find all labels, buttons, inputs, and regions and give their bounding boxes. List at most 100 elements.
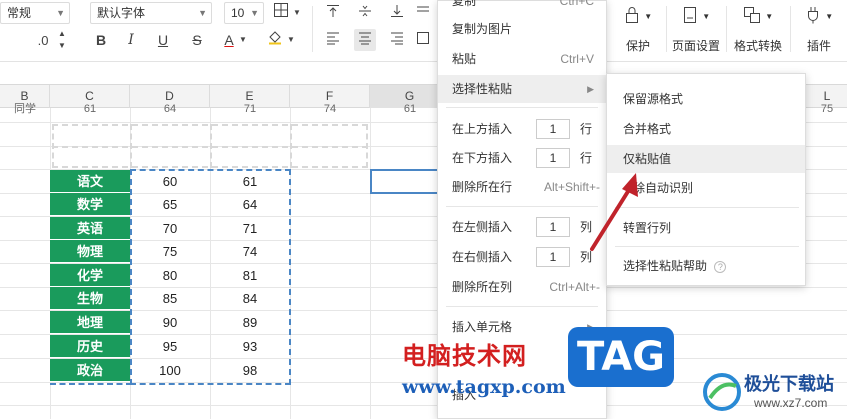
submenu-item-help[interactable]: 选择性粘贴帮助 ? [607,252,805,280]
underline-button[interactable]: U [152,29,174,51]
chevron-down-icon[interactable]: ▼ [286,29,296,51]
fill-color-icon[interactable] [264,29,286,51]
chevron-down-icon[interactable]: ▼ [292,2,302,24]
menu-item-label: 选择性粘贴 [452,82,513,96]
menu-shortcut: Ctrl+Alt+- [549,280,600,294]
align-middle-icon[interactable] [354,2,376,24]
menu-item-copy[interactable]: 复制 Ctrl+C [438,0,606,15]
copy-marquee [50,383,132,385]
toolbar: 常规 ▼ .0 ▲▼ 默认字体 ▼ 10 ▼ ▼ B I U S A ▼ ▼ [0,0,847,62]
font-name-select[interactable]: 默认字体 ▼ [90,2,212,24]
align-center-icon[interactable] [354,29,376,51]
menu-item-paste-special[interactable]: 选择性粘贴 ▶ [438,75,606,103]
watermark-jg-url: www.xz7.com [754,396,828,410]
partial-cell: 61 [83,103,97,115]
subject-cell[interactable]: 地理 [50,311,130,334]
font-size-select[interactable]: 10 ▼ [224,2,264,24]
format-convert-label: 格式转换 [733,39,782,53]
aurora-icon [703,373,741,411]
subject-cell[interactable]: 英语 [50,217,130,240]
submenu-item-keep-source[interactable]: 保留源格式 [607,85,805,113]
toolbar-divider [666,6,667,52]
menu-item-label: 删除所在行 [452,180,513,194]
subject-cell[interactable]: 数学 [50,193,130,216]
menu-divider [446,206,598,207]
insert-above-count-input[interactable]: 1 [536,119,570,139]
strikethrough-button[interactable]: S [186,29,208,51]
menu-item-insert-above[interactable]: 在上方插入 1 行 [438,115,606,143]
insert-below-count-input[interactable]: 1 [536,148,570,168]
lock-icon: ▼ [610,6,666,31]
menu-item-paste[interactable]: 粘贴 Ctrl+V [438,45,606,73]
italic-button[interactable]: I [120,29,142,51]
watermark-jg-name: 极光下载站 [744,374,834,395]
menu-item-label: 在下方插入 [452,151,513,165]
align-bottom-icon[interactable] [386,2,408,24]
menu-item-label: 插入单元格 [452,320,513,334]
chevron-right-icon: ▶ [587,84,594,94]
menu-item-label: 复制为图片 [452,22,513,36]
menu-shortcut: Ctrl+V [560,52,594,66]
align-top-icon[interactable] [322,2,344,24]
partial-cell: 71 [243,103,257,115]
partial-cell: 75 [820,103,834,115]
insert-right-count-input[interactable]: 1 [536,247,570,267]
merge-icon[interactable] [414,29,432,51]
font-color-button[interactable]: A [218,29,240,51]
watermark-site-name: 电脑技术网 [402,342,527,370]
page-setup-button[interactable]: ▼ 页面设置 [670,4,722,54]
menu-item-delete-col[interactable]: 删除所在列 Ctrl+Alt+- [438,273,606,301]
font-name-value: 默认字体 [97,6,146,20]
partial-cell: 64 [163,103,177,115]
watermark-jg-logo: 极光下载站 www.xz7.com [702,366,847,419]
plug-icon: ▼ [794,6,844,31]
partial-cell: 74 [323,103,337,115]
page-icon: ▼ [670,6,722,31]
submenu-item-merge-format[interactable]: 合并格式 [607,115,805,143]
chevron-down-icon: ▼ [56,8,65,18]
menu-item-label: 在右侧插入 [452,250,513,264]
convert-icon: ▼ [730,6,786,31]
toolbar-divider [790,6,791,52]
subject-cell[interactable]: 政治 [50,359,130,382]
decimal-stepper-icon[interactable]: ▲ ▼ [56,28,68,50]
font-size-value: 10 [231,6,245,20]
menu-item-label: 粘贴 [452,52,477,66]
menu-divider [446,107,598,108]
wrap-icon[interactable] [414,2,432,24]
chevron-down-icon[interactable]: ▼ [238,29,248,51]
plugin-label: 插件 [806,39,831,53]
subject-cell[interactable]: 生物 [50,287,130,310]
menu-item-label: 在左侧插入 [452,220,513,234]
menu-item-label: 删除所在列 [452,280,513,294]
menu-item-label: 在上方插入 [452,122,513,136]
protect-label: 保护 [625,39,650,53]
help-icon: ? [714,260,727,273]
watermark-site-url: www.tagxp.com [402,376,566,398]
border-icon[interactable] [270,2,292,24]
subject-cell[interactable]: 历史 [50,335,130,358]
dashed-placeholder [52,146,368,148]
bold-button[interactable]: B [90,29,112,51]
decimal-button[interactable]: .0 [30,30,56,52]
subject-cell[interactable]: 物理 [50,240,130,263]
watermark-tag-logo: TAG [568,327,674,387]
menu-item-copy-as-image[interactable]: 复制为图片 [438,15,606,43]
protect-button[interactable]: ▼ 保护 [610,4,666,54]
copy-marquee [130,169,291,385]
align-left-icon[interactable] [322,29,344,51]
annotation-arrow [590,173,638,251]
insert-left-count-input[interactable]: 1 [536,217,570,237]
plugin-button[interactable]: ▼ 插件 [794,4,844,54]
toolbar-divider [726,6,727,52]
menu-item-label: 选择性粘贴帮助 [623,259,708,273]
chevron-down-icon: ▼ [250,8,259,18]
format-convert-button[interactable]: ▼ 格式转换 [730,4,786,54]
menu-shortcut: Ctrl+C [559,0,594,8]
subject-cell[interactable]: 化学 [50,264,130,287]
subject-cell[interactable]: 语文 [50,170,130,193]
number-format-select[interactable]: 常规 ▼ [0,2,70,24]
align-right-icon[interactable] [386,29,408,51]
toolbar-divider [312,6,313,52]
number-format-value: 常规 [7,6,32,20]
